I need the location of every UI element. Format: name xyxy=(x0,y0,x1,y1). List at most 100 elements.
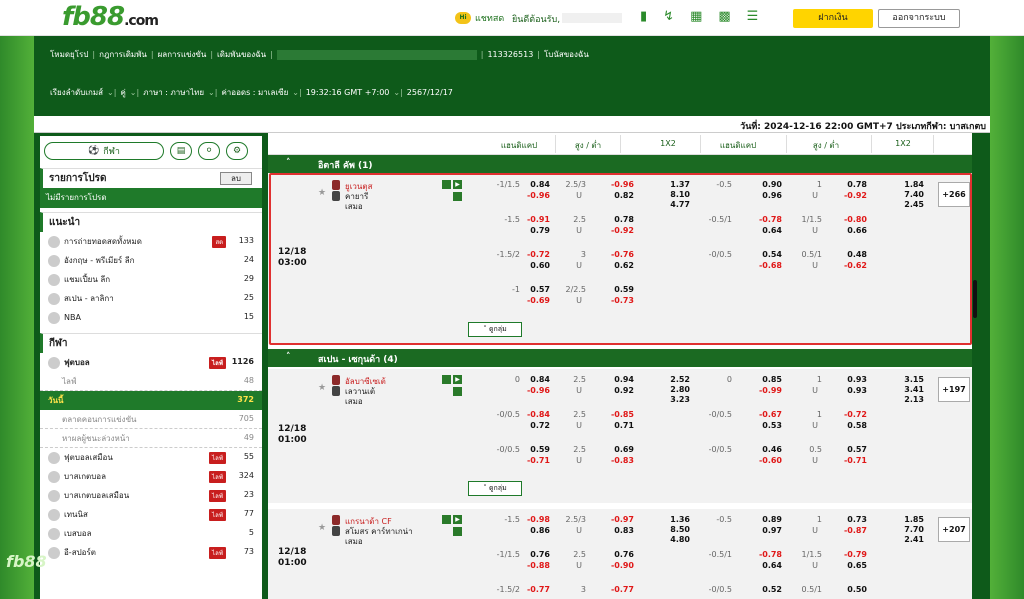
expand-group-button[interactable]: ˅ ดูกลุ่ม xyxy=(468,481,522,496)
ft-1x2-odds[interactable]: 4.80 xyxy=(664,535,690,545)
ft-1x2-odds[interactable]: 2.80 xyxy=(664,385,690,395)
1h-1x2-odds[interactable]: 3.41 xyxy=(898,385,924,395)
sport-item[interactable]: บาสเกตบอลเสมือน ไลฟ์ 23 xyxy=(40,486,262,505)
1h-ou-over[interactable]: 0.57 xyxy=(843,445,867,455)
wallet-icon[interactable]: ▮ xyxy=(640,9,647,24)
league-header[interactable]: ˄ อิตาลี คัพ (1) xyxy=(268,155,972,173)
1h-1x2-odds[interactable]: 1.85 xyxy=(898,515,924,525)
sport-item[interactable]: เทนนิส ไลฟ์ 77 xyxy=(40,505,262,524)
1h-handicap-away[interactable]: -0.60 xyxy=(758,456,782,466)
ft-handicap-away[interactable]: 0.86 xyxy=(526,526,550,536)
ft-handicap-away[interactable]: -0.96 xyxy=(526,386,550,396)
recommend-item[interactable]: แชมเปี้ยน ลีก 29 xyxy=(40,270,262,289)
ft-handicap-away[interactable]: -0.71 xyxy=(526,456,550,466)
sport-item[interactable]: บาสเกตบอล ไลฟ์ 324 xyxy=(40,467,262,486)
odds-type-select[interactable]: ค่าออดs : มาเลเซีย xyxy=(217,86,292,99)
sort-select[interactable]: เรียงลำดับเกมส์ xyxy=(46,86,107,99)
recommend-item[interactable]: NBA 15 xyxy=(40,308,262,327)
deposit-button[interactable]: ฝากเงิน xyxy=(793,9,873,28)
sport-item[interactable]: ไลฟ์ 48 xyxy=(40,372,262,391)
ft-handicap-home[interactable]: 0.59 xyxy=(526,445,550,455)
1h-handicap-away[interactable]: 0.53 xyxy=(758,421,782,431)
1h-handicap-home[interactable]: 0.85 xyxy=(758,375,782,385)
nav-bonus[interactable]: โบนัสของฉัน xyxy=(540,48,593,61)
ft-ou-under[interactable]: -0.83 xyxy=(610,456,634,466)
sport-item[interactable]: เบสบอล 5 xyxy=(40,524,262,543)
nav-my-bets[interactable]: เดิมพันของฉัน xyxy=(213,48,270,61)
fb88-logo[interactable]: fb88.com xyxy=(62,2,159,32)
1h-ou-under[interactable]: 0.65 xyxy=(843,561,867,571)
1h-ou-under[interactable]: 0.58 xyxy=(843,421,867,431)
ft-ou-under[interactable]: 0.92 xyxy=(610,386,634,396)
sport-item[interactable]: วันนี้ 372 xyxy=(40,391,262,410)
recommend-item[interactable]: การถ่ายทอดสดทั้งหมด สด 133 xyxy=(40,232,262,251)
1h-1x2-odds[interactable]: 7.70 xyxy=(898,525,924,535)
lottery-icon[interactable]: ▦ xyxy=(690,9,702,24)
1h-ou-over[interactable]: -0.72 xyxy=(843,410,867,420)
live-chat-button[interactable]: Hi แชทสด xyxy=(455,11,504,25)
1h-ou-under[interactable]: -0.87 xyxy=(843,526,867,536)
sports-tab[interactable]: ⚽ กีฬา xyxy=(44,142,164,160)
sport-item[interactable]: หาผลผู้ชนะล่วงหน้า 49 xyxy=(40,429,262,448)
favorite-star-icon[interactable]: ★ xyxy=(318,383,326,393)
recommend-item[interactable]: อังกฤษ - พรีเมียร์ ลีก 24 xyxy=(40,251,262,270)
ft-handicap-away[interactable]: 0.72 xyxy=(526,421,550,431)
1h-ou-over[interactable]: 0.73 xyxy=(843,515,867,525)
ft-1x2-odds[interactable]: 8.50 xyxy=(664,525,690,535)
1h-handicap-home[interactable]: 0.52 xyxy=(758,585,782,595)
1h-handicap-away[interactable]: 0.64 xyxy=(758,561,782,571)
ft-handicap-home[interactable]: 0.84 xyxy=(526,375,550,385)
settings-tab[interactable]: ⚙ xyxy=(226,142,248,160)
more-markets-button[interactable]: +207 xyxy=(938,517,970,542)
1h-handicap-home[interactable]: 0.46 xyxy=(758,445,782,455)
more-markets-button[interactable]: +197 xyxy=(938,377,970,402)
1h-handicap-away[interactable]: 0.97 xyxy=(758,526,782,536)
live-tv-icon[interactable]: ▶ xyxy=(453,375,462,384)
ft-handicap-home[interactable]: 0.76 xyxy=(526,550,550,560)
promo-icon[interactable]: ↯ xyxy=(663,9,674,24)
ft-handicap-away[interactable]: -0.88 xyxy=(526,561,550,571)
language-select[interactable]: ภาษา : ภาษาไทย xyxy=(139,86,208,99)
ft-ou-over[interactable]: 0.76 xyxy=(610,550,634,560)
scrollbar-thumb[interactable] xyxy=(973,280,977,318)
logout-button[interactable]: ออกจากระบบ xyxy=(878,9,960,28)
1h-handicap-away[interactable]: -0.99 xyxy=(758,386,782,396)
1h-ou-under[interactable]: -0.71 xyxy=(843,456,867,466)
1h-1x2-odds[interactable]: 2.41 xyxy=(898,535,924,545)
chevron-up-icon[interactable]: ˄ xyxy=(286,158,291,168)
sport-item[interactable]: ตลาดคอนการแข่งขัน 705 xyxy=(40,410,262,429)
lineup-icon[interactable] xyxy=(453,387,462,396)
ft-ou-under[interactable]: 0.71 xyxy=(610,421,634,431)
ft-ou-over[interactable]: 0.69 xyxy=(610,445,634,455)
ft-ou-over[interactable]: -0.77 xyxy=(610,585,634,595)
stats-icon[interactable] xyxy=(442,515,451,524)
list-icon[interactable]: ☰ xyxy=(747,9,759,24)
lineup-icon[interactable] xyxy=(453,527,462,536)
ft-1x2-odds[interactable]: 2.52 xyxy=(664,375,690,385)
ft-ou-over[interactable]: -0.85 xyxy=(610,410,634,420)
ft-handicap-home[interactable]: -0.84 xyxy=(526,410,550,420)
nav-euro-mode[interactable]: โหมดยุโรป xyxy=(46,48,92,61)
favorites-clear-button[interactable]: ลบ xyxy=(220,172,252,185)
tickets-icon[interactable]: ▩ xyxy=(718,9,730,24)
ft-ou-over[interactable]: -0.97 xyxy=(610,515,634,525)
live-tv-icon[interactable]: ▶ xyxy=(453,515,462,524)
ft-1x2-odds[interactable]: 3.23 xyxy=(664,395,690,405)
1h-ou-over[interactable]: 0.50 xyxy=(843,585,867,595)
stats-icon[interactable] xyxy=(442,375,451,384)
ft-1x2-odds[interactable]: 1.36 xyxy=(664,515,690,525)
sport-item[interactable]: ฟุตบอลเสมือน ไลฟ์ 55 xyxy=(40,448,262,467)
nav-rules[interactable]: กฎการเดิมพัน xyxy=(95,48,151,61)
1h-ou-over[interactable]: -0.79 xyxy=(843,550,867,560)
sport-item[interactable]: ฟุตบอล ไลฟ์ 1126 xyxy=(40,353,262,372)
1h-handicap-home[interactable]: -0.78 xyxy=(758,550,782,560)
favorite-star-icon[interactable]: ★ xyxy=(318,523,326,533)
1h-handicap-home[interactable]: 0.89 xyxy=(758,515,782,525)
1h-ou-over[interactable]: 0.93 xyxy=(843,375,867,385)
bet-slip-tab[interactable]: ▤ xyxy=(170,142,192,160)
sport-item[interactable]: อี-สปอร์ต ไลฟ์ 73 xyxy=(40,543,262,562)
nav-results[interactable]: ผลการแข่งขัน xyxy=(154,48,211,61)
ft-ou-under[interactable]: 0.83 xyxy=(610,526,634,536)
ft-ou-under[interactable]: -0.90 xyxy=(610,561,634,571)
chevron-up-icon[interactable]: ˄ xyxy=(286,352,291,362)
